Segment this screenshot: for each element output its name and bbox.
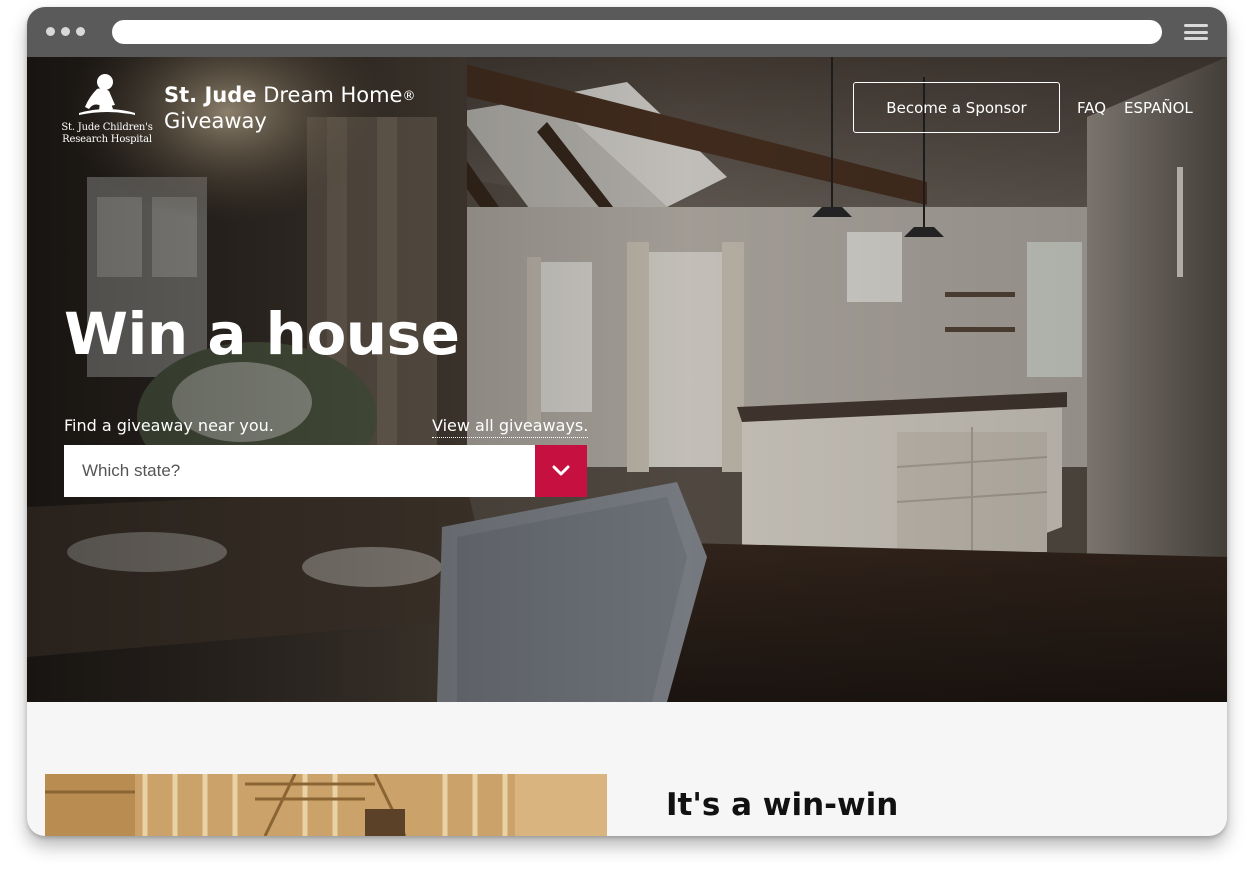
- hero-background-image: [27, 57, 1227, 702]
- window-controls: [46, 27, 85, 36]
- view-all-giveaways-link[interactable]: View all giveaways.: [432, 415, 589, 438]
- st-jude-logo[interactable]: St. Jude Children's Research Hospital: [57, 67, 157, 145]
- construction-framing-photo: [45, 774, 607, 836]
- registered-mark: ®: [402, 89, 416, 104]
- logo-text-line2: Research Hospital: [62, 134, 152, 145]
- hamburger-menu-icon[interactable]: [1184, 24, 1208, 40]
- section-title: It's a win-win: [666, 787, 899, 823]
- hero-section: St. Jude Children's Research Hospital St…: [27, 57, 1227, 702]
- st-jude-child-figure-icon: [79, 74, 135, 115]
- site-title[interactable]: St. Jude Dream Home® Giveaway: [164, 82, 415, 134]
- nav-faq-link[interactable]: FAQ: [1077, 97, 1106, 119]
- site-title-line1: St. Jude Dream Home®: [164, 82, 415, 108]
- state-input[interactable]: [64, 445, 535, 497]
- site-title-bold: St. Jude: [164, 83, 257, 107]
- logo-text-line1: St. Jude Children's: [61, 122, 153, 133]
- site-title-regular: Dream Home: [263, 83, 403, 107]
- address-bar[interactable]: [112, 20, 1162, 44]
- become-sponsor-button[interactable]: Become a Sponsor: [853, 82, 1060, 133]
- state-select[interactable]: [64, 445, 587, 497]
- find-giveaway-label: Find a giveaway near you.: [64, 416, 274, 435]
- window-dot[interactable]: [61, 27, 70, 36]
- site-title-line2: Giveaway: [164, 109, 267, 133]
- chevron-down-icon: [552, 465, 570, 476]
- browser-window: St. Jude Children's Research Hospital St…: [27, 7, 1227, 836]
- browser-toolbar: [27, 7, 1227, 57]
- construction-framing-image: [45, 774, 607, 836]
- state-dropdown-button[interactable]: [535, 445, 587, 497]
- nav-espanol-link[interactable]: ESPAÑOL: [1124, 97, 1193, 119]
- window-dot[interactable]: [46, 27, 55, 36]
- window-dot[interactable]: [76, 27, 85, 36]
- hero-headline: Win a house: [64, 300, 460, 368]
